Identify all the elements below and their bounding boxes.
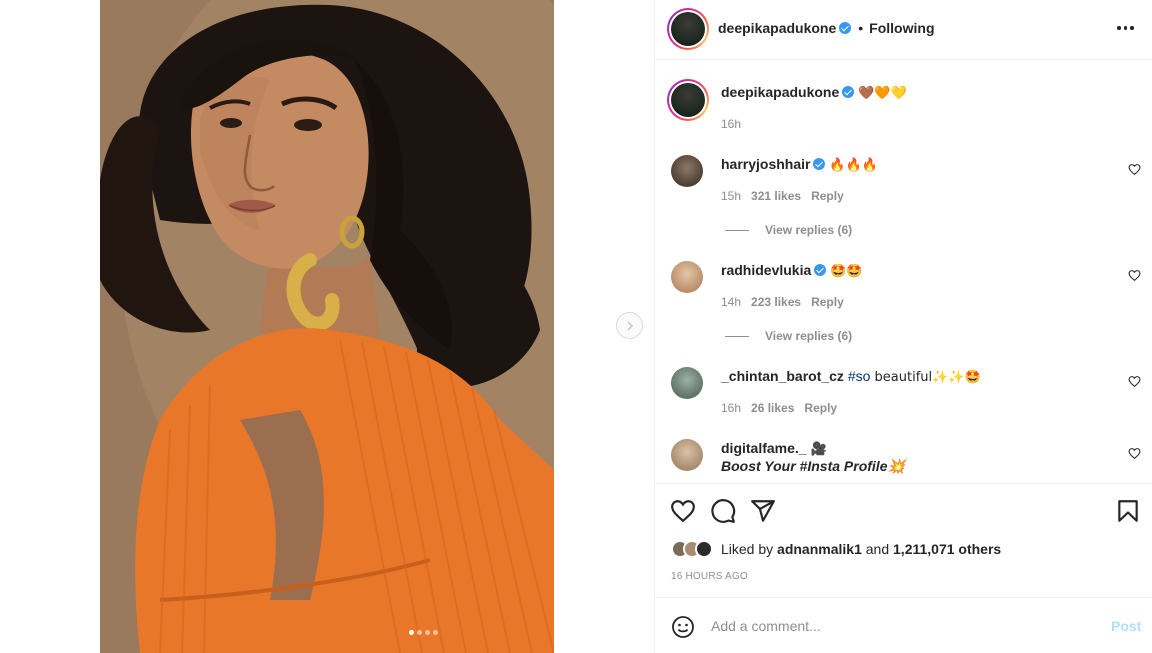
comment-input[interactable] [711,615,1091,637]
carousel-indicator [409,630,438,635]
comment-username[interactable]: digitalfame._ [721,440,807,456]
author-username[interactable]: deepikapadukone [718,20,836,36]
chevron-right-icon [626,320,633,331]
following-button[interactable]: Following [869,20,934,36]
author-avatar[interactable] [667,8,709,50]
caption-author-avatar[interactable] [667,79,709,121]
comment-body-line2: Boost Your #Insta Profile💥 [721,458,905,474]
comment-time: 16h [721,401,742,415]
verified-badge-icon [813,158,826,170]
post-header: deepikapadukone • Following [655,0,1152,60]
bookmark-icon[interactable] [1115,498,1141,524]
comment-text: digitalfame._ 🎥 [721,439,827,459]
next-photo-button[interactable] [616,312,643,339]
carousel-dot [417,630,422,635]
comment-username[interactable]: harryjoshhair [721,156,810,172]
carousel-dot [425,630,430,635]
post-timestamp[interactable]: 16 HOURS AGO [671,571,748,582]
post-photo[interactable] [100,0,554,653]
reply-button[interactable]: Reply [811,295,844,309]
comment-time: 14h [721,295,742,309]
comment-likes[interactable]: 321 likes [751,189,801,203]
comment-body: beautiful✨✨🤩 [870,370,981,385]
comment-text: radhidevlukia 🤩🤩 [721,261,863,281]
comment-bubble-icon[interactable] [710,498,736,524]
caption-time: 16h [721,117,742,131]
caption-text: deepikapadukone 🤎🧡💛 [721,83,907,103]
smiley-icon[interactable] [671,615,695,639]
comment-item: radhidevlukia 🤩🤩 14h 223 likes Reply View … [655,259,1152,359]
more-options-icon[interactable] [1117,22,1135,34]
hashtag-link[interactable]: #so [848,368,871,384]
comment-text: _chintan_barot_cz #so beautiful✨✨🤩 [721,367,981,387]
reply-button[interactable]: Reply [804,401,837,415]
verified-badge-icon [842,86,855,98]
comment-meta: 16h 26 likes Reply [721,401,847,415]
heart-icon[interactable] [670,498,696,524]
comment-heart-icon[interactable] [1128,163,1141,176]
likes-prefix: Liked by [721,541,774,557]
comment-item: harryjoshhair 🔥🔥🔥 15h 321 likes Reply View… [655,153,1152,253]
comment-username[interactable]: _chintan_barot_cz [721,368,844,384]
comment-item: digitalfame._ 🎥 Boost Your #Insta Profil… [655,437,1152,482]
comment-likes[interactable]: 223 likes [751,295,801,309]
comment-heart-icon[interactable] [1128,269,1141,282]
likes-connector: and [865,541,890,557]
liker-username[interactable]: adnanmalik1 [777,541,862,557]
comment-item: _chintan_barot_cz #so beautiful✨✨🤩 16h 26… [655,365,1152,425]
comment-likes[interactable]: 26 likes [751,401,794,415]
comment-body: 🎥 [810,442,827,457]
media-area [0,0,654,653]
comment-heart-icon[interactable] [1128,447,1141,460]
caption-row: deepikapadukone 🤎🧡💛 16h [655,77,1152,137]
likes-summary: Liked by adnanmalik1 and 1,211,071 other… [671,540,1001,558]
comment-username[interactable]: radhidevlukia [721,262,811,278]
verified-badge-icon [839,22,852,34]
caption-username[interactable]: deepikapadukone [721,84,839,100]
verified-badge-icon [814,264,827,276]
reply-button[interactable]: Reply [811,189,844,203]
view-replies-button[interactable]: View replies (6) [725,223,852,237]
commenter-avatar[interactable] [671,261,703,293]
comment-heart-icon[interactable] [1128,375,1141,388]
commenter-avatar[interactable] [671,439,703,471]
post-button[interactable]: Post [1111,618,1141,634]
comment-time: 15h [721,189,742,203]
paper-plane-icon[interactable] [750,498,776,524]
portrait-illustration [100,0,554,653]
comment-meta: 15h 321 likes Reply [721,189,854,203]
carousel-dot [433,630,438,635]
likes-others-link[interactable]: 1,211,071 others [893,541,1001,557]
commenter-avatar[interactable] [671,155,703,187]
comment-body: 🤩🤩 [830,264,863,279]
separator-dot: • [858,20,864,36]
caption-emojis: 🤎🧡💛 [858,86,907,101]
post-actions: Liked by adnanmalik1 and 1,211,071 other… [655,483,1152,597]
caption-meta: 16h [721,117,751,131]
author-line: deepikapadukone • Following [718,20,935,36]
comment-body: 🔥🔥🔥 [829,158,878,173]
add-comment-bar: Post [655,597,1152,653]
post-details-panel: deepikapadukone • Following deepikapadukon… [654,0,1152,653]
likes-text: Liked by adnanmalik1 and 1,211,071 other… [721,541,1001,557]
comment-text: harryjoshhair 🔥🔥🔥 [721,155,878,175]
comments-list: deepikapadukone 🤎🧡💛 16h harryjoshhair 🔥🔥… [655,61,1152,482]
view-replies-button[interactable]: View replies (6) [725,329,852,343]
liker-avatar [695,540,713,558]
commenter-avatar[interactable] [671,367,703,399]
comment-meta: 14h 223 likes Reply [721,295,854,309]
carousel-dot-active [409,630,414,635]
